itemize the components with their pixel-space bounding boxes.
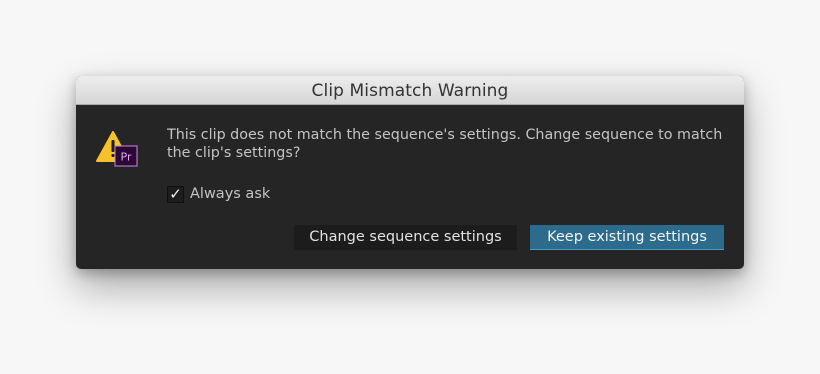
always-ask-option[interactable]: ✓ Always ask	[167, 184, 270, 204]
warning-premiere-icon: Pr	[96, 131, 140, 171]
warning-triangle-icon: Pr	[96, 131, 138, 167]
change-sequence-settings-button[interactable]: Change sequence settings	[294, 225, 517, 250]
svg-text:Pr: Pr	[121, 151, 132, 164]
dialog-title: Clip Mismatch Warning	[311, 81, 509, 101]
page-background: Clip Mismatch Warning Pr This clip does …	[0, 0, 820, 374]
always-ask-label[interactable]: Always ask	[190, 186, 270, 202]
dialog-titlebar[interactable]: Clip Mismatch Warning	[76, 76, 744, 105]
always-ask-checkbox[interactable]: ✓	[167, 185, 184, 203]
dialog-message: This clip does not match the sequence's …	[167, 127, 723, 161]
clip-mismatch-dialog: Clip Mismatch Warning Pr This clip does …	[76, 76, 744, 269]
keep-existing-settings-button[interactable]: Keep existing settings	[530, 225, 724, 250]
